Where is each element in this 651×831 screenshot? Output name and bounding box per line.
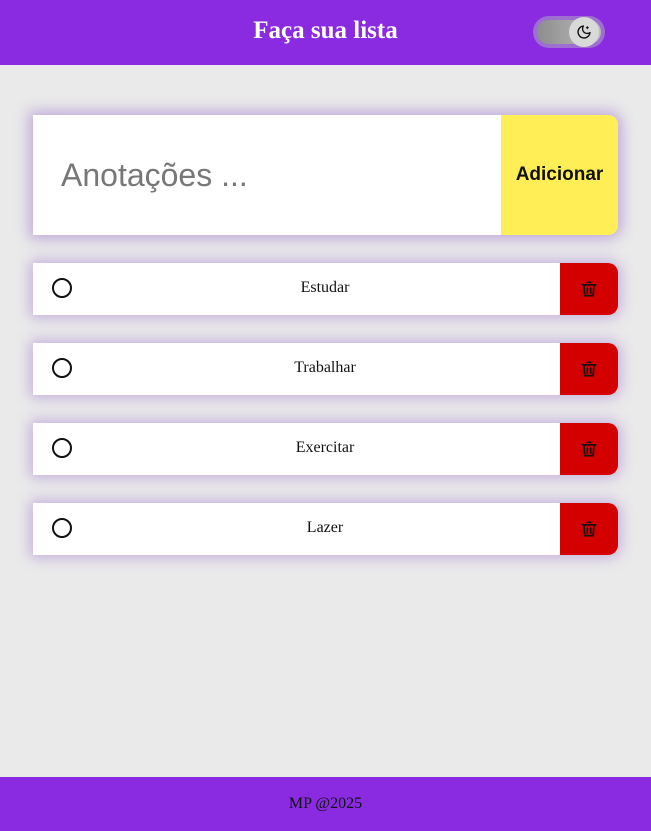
task-label: Trabalhar <box>294 359 356 376</box>
task-item: Exercitar <box>33 423 618 475</box>
note-input[interactable] <box>33 115 501 235</box>
task-label: Estudar <box>300 279 350 296</box>
task-item: Lazer <box>33 503 618 555</box>
footer-text: MP @2025 <box>288 795 363 812</box>
task-item: Trabalhar <box>33 343 618 395</box>
task-label: Exercitar <box>295 439 355 456</box>
task-checkbox[interactable] <box>52 518 72 538</box>
app-header: Faça sua lista <box>0 0 651 65</box>
toggle-knob[interactable] <box>569 17 599 47</box>
delete-button[interactable] <box>560 423 618 475</box>
task-list: Estudar Trabalhar Exercitar Lazer <box>33 263 618 583</box>
theme-toggle[interactable] <box>533 16 605 48</box>
moon-icon <box>577 25 591 39</box>
trash-icon <box>581 441 597 457</box>
task-checkbox[interactable] <box>52 438 72 458</box>
task-label: Lazer <box>306 519 344 536</box>
delete-button[interactable] <box>560 343 618 395</box>
task-item: Estudar <box>33 263 618 315</box>
add-button[interactable]: Adicionar <box>501 115 618 235</box>
trash-icon <box>581 361 597 377</box>
task-checkbox[interactable] <box>52 358 72 378</box>
trash-icon <box>581 521 597 537</box>
delete-button[interactable] <box>560 263 618 315</box>
delete-button[interactable] <box>560 503 618 555</box>
note-input-card: Adicionar <box>33 115 618 235</box>
task-checkbox[interactable] <box>52 278 72 298</box>
trash-icon <box>581 281 597 297</box>
app-footer: MP @2025 <box>0 777 651 831</box>
